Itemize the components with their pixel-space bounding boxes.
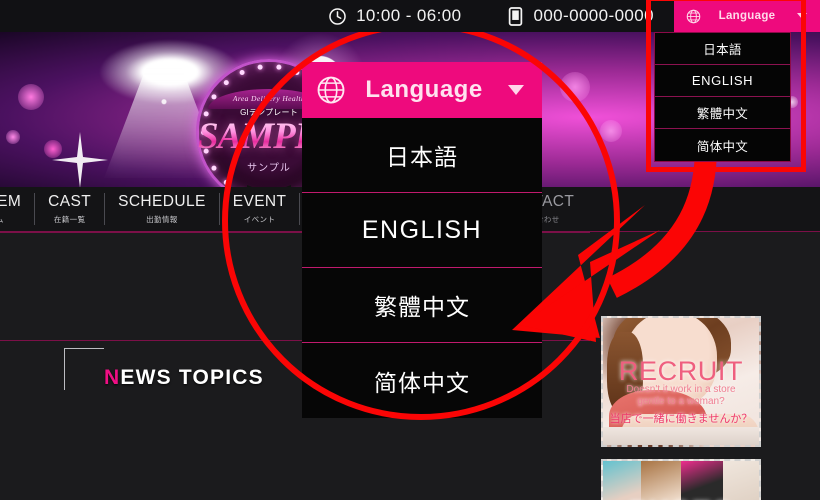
logo-light-dot xyxy=(223,179,229,185)
nav-item-schedule[interactable]: SCHEDULE 出勤情報 xyxy=(105,193,220,225)
nav-item-label-en: EVENT xyxy=(232,193,287,210)
bokeh-dot xyxy=(600,120,622,142)
logo-light-dot xyxy=(223,79,229,85)
logo-light-dot xyxy=(293,69,299,75)
nav-item-system[interactable]: SYSTEM システム xyxy=(0,193,36,225)
section-corner-bracket xyxy=(64,348,104,390)
phone-number: 000-0000-0000 xyxy=(533,6,654,25)
language-button-label: Language xyxy=(718,10,776,22)
language-dropdown-menu-magnified[interactable]: 日本語 ENGLISH 繁體中文 简体中文 xyxy=(302,118,542,418)
mobile-phone-icon xyxy=(509,6,523,26)
photo-strip xyxy=(641,461,681,500)
bokeh-dot xyxy=(560,72,590,102)
recruit-banner-subtitle-jp: 当店で一緒に働きませんか？ xyxy=(609,413,753,425)
photo-strip xyxy=(723,461,759,500)
news-heading-rest: EWS TOPICS xyxy=(120,366,264,389)
nav-item-label-en: SCHEDULE xyxy=(118,193,206,210)
utility-topbar: 10:00 - 06:00 000-0000-0000 Language xyxy=(0,0,820,32)
photo-strip xyxy=(603,461,641,500)
recruit-banner-subtitle-en: Doesn't it work in a store gentle to a wo… xyxy=(626,384,736,407)
logo-light-dot xyxy=(257,64,263,70)
language-option-2[interactable]: ENGLISH xyxy=(655,65,790,97)
bokeh-dot xyxy=(18,84,44,110)
language-option-4[interactable]: 简体中文 xyxy=(302,343,542,418)
topbar-info: 10:00 - 06:00 000-0000-0000 xyxy=(328,6,654,26)
clock-icon xyxy=(329,7,346,25)
business-hours: 10:00 - 06:00 xyxy=(356,6,462,25)
recruit-banner-title: RECRUIT xyxy=(618,356,744,386)
nav-item-label-jp: 出勤情報 xyxy=(146,215,178,224)
language-selector-button[interactable]: Language xyxy=(674,0,820,32)
language-selector-button-magnified[interactable]: Language xyxy=(302,62,542,118)
photo-banner-title: PHOTO xyxy=(603,496,759,500)
news-topics-heading: NEWS TOPICS xyxy=(104,366,264,390)
nav-item-label-jp: 在籍一覧 xyxy=(53,215,86,224)
nav-item-label-jp: システム xyxy=(0,214,4,225)
logo-light-dot xyxy=(239,69,245,75)
nav-item-label-en: CAST xyxy=(48,193,92,210)
banner-photo-desk xyxy=(603,427,759,445)
language-option-4[interactable]: 简体中文 xyxy=(655,129,790,161)
photo-strip xyxy=(681,461,723,500)
chevron-down-icon xyxy=(797,13,807,19)
nav-item-cast[interactable]: CAST 在籍一覧 xyxy=(35,193,106,225)
language-option-1[interactable]: 日本語 xyxy=(655,33,790,65)
news-heading-initial: N xyxy=(104,366,121,389)
nav-item-label-en: SYSTEM xyxy=(0,193,22,210)
bokeh-dot xyxy=(6,130,20,144)
page-root: Area Delivery Health GIテンプレート SAMPLE サンプ… xyxy=(0,0,820,500)
language-button-label-magnified: Language xyxy=(365,76,483,103)
logo-light-dot xyxy=(275,64,281,70)
sparkle-icon xyxy=(52,132,108,187)
language-dropdown-menu[interactable]: 日本語 ENGLISH 繁體中文 简体中文 xyxy=(654,32,791,162)
nav-item-label-jp: イベント xyxy=(243,215,276,224)
photo-banner[interactable]: PHOTO xyxy=(601,459,761,500)
nav-item-event[interactable]: EVENT イベント xyxy=(220,193,301,225)
language-option-3[interactable]: 繁體中文 xyxy=(302,268,542,343)
chevron-down-icon xyxy=(508,85,524,95)
language-option-1[interactable]: 日本語 xyxy=(302,118,542,193)
language-option-2[interactable]: ENGLISH xyxy=(302,193,542,268)
language-option-3[interactable]: 繁體中文 xyxy=(655,97,790,129)
recruit-banner[interactable]: RECRUIT Doesn't it work in a store gentle… xyxy=(601,316,761,447)
